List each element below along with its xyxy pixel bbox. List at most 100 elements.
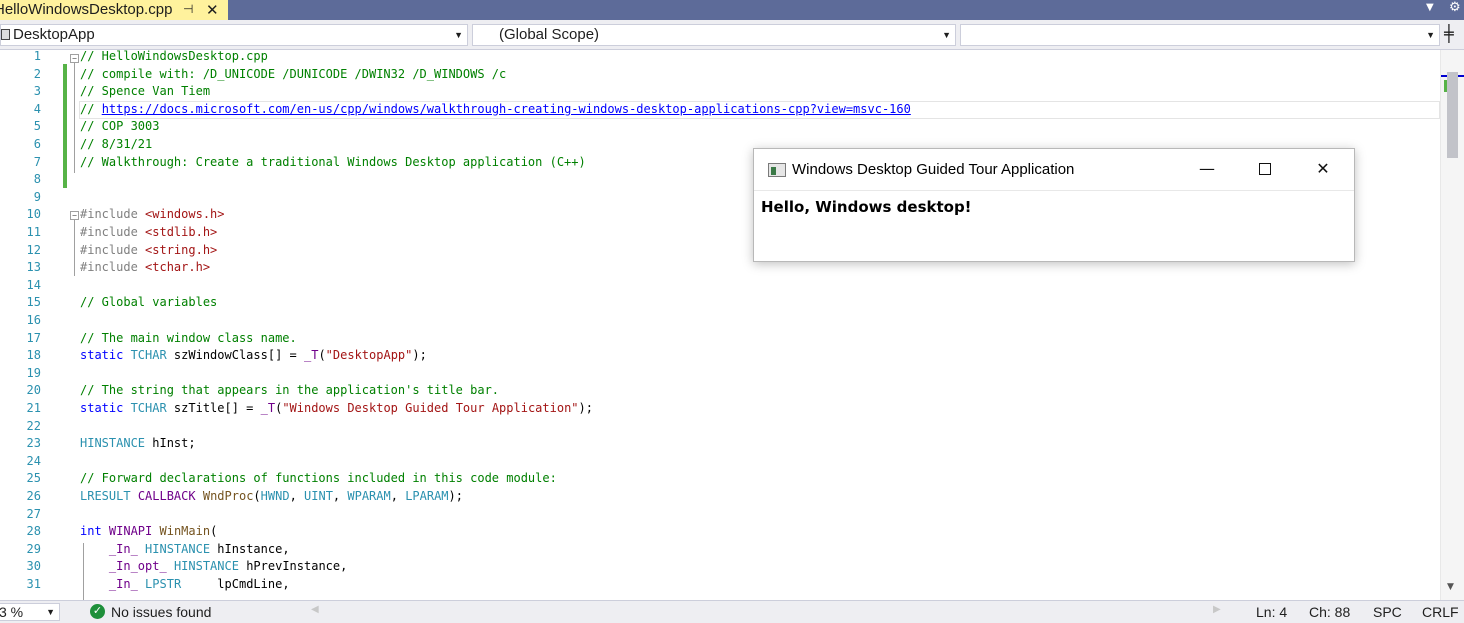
vertical-scrollbar[interactable]: ▼: [1440, 50, 1464, 600]
line-number: 26: [26, 489, 41, 503]
code-line[interactable]: 22: [0, 418, 1440, 436]
code-token: <windows.h>: [145, 207, 225, 222]
code-line[interactable]: 23 HINSTANCE hInst;: [0, 435, 1440, 453]
code-line[interactable]: 4 // https://docs.microsoft.com/en-us/cpp…: [0, 101, 1440, 119]
scrollbar-thumb[interactable]: [1447, 72, 1458, 158]
scroll-left-icon[interactable]: ◀: [311, 604, 319, 615]
scroll-right-icon[interactable]: ▶: [1213, 604, 1221, 615]
code-line[interactable]: 28 int WINAPI WinMain(: [0, 523, 1440, 541]
code-token: (: [253, 489, 261, 503]
project-dropdown[interactable]: DesktopApp ▼: [0, 24, 468, 46]
code-line[interactable]: 15 // Global variables: [0, 294, 1440, 312]
code-line[interactable]: 30 _In_opt_ HINSTANCE hPrevInstance,: [0, 558, 1440, 576]
close-icon[interactable]: ✕: [206, 0, 219, 20]
line-ending-status[interactable]: CRLF: [1422, 604, 1459, 620]
code-token: hInst;: [145, 436, 196, 451]
code-token: lpCmdLine,: [181, 577, 290, 591]
app-window[interactable]: Windows Desktop Guided Tour Application …: [753, 148, 1355, 262]
code-text: // The main window class name.: [80, 330, 297, 348]
code-text: static TCHAR szWindowClass[] = _T("Deskt…: [80, 347, 427, 365]
line-number: 30: [26, 559, 41, 574]
code-line[interactable]: 14: [0, 277, 1440, 295]
code-line[interactable]: 26 LRESULT CALLBACK WndProc(HWND, UINT, W…: [0, 488, 1440, 506]
code-token: WPARAM: [347, 489, 391, 503]
line-number: 20: [26, 383, 41, 398]
code-token: // The main window class name.: [80, 330, 297, 345]
code-text: // COP 3003: [80, 118, 159, 136]
code-line[interactable]: 16: [0, 312, 1440, 330]
line-number: 31: [26, 577, 41, 591]
code-token: #include: [80, 207, 146, 222]
code-line[interactable]: 2 // compile with: /D_UNICODE /DUNICODE /…: [0, 66, 1440, 84]
zoom-dropdown[interactable]: 3 % ▼: [0, 603, 60, 621]
code-token: _T: [260, 401, 276, 415]
whitespace-status[interactable]: SPC: [1373, 604, 1402, 620]
code-token: szWindowClass[] =: [166, 348, 304, 363]
code-token: <tchar.h>: [145, 260, 211, 275]
line-number: 18: [26, 348, 41, 363]
code-line[interactable]: 27: [0, 506, 1440, 524]
app-window-title: Windows Desktop Guided Tour Application: [792, 161, 1075, 178]
code-text: _In_opt_ HINSTANCE hPrevInstance,: [80, 558, 347, 576]
code-token: _T: [303, 348, 319, 363]
maximize-button[interactable]: [1236, 149, 1294, 191]
code-line[interactable]: 31 _In_ LPSTR lpCmdLine,: [0, 576, 1440, 594]
line-number: 29: [26, 541, 41, 556]
code-token: UINT: [304, 489, 333, 503]
code-line[interactable]: 19: [0, 365, 1440, 383]
code-token: hInstance,: [210, 541, 290, 556]
code-line[interactable]: 25 // Forward declarations of functions i…: [0, 470, 1440, 488]
code-line[interactable]: 18 static TCHAR szWindowClass[] = _T("Des…: [0, 347, 1440, 365]
code-line[interactable]: 29 _In_ HINSTANCE hInstance,: [0, 541, 1440, 559]
line-number-status[interactable]: Ln: 4: [1256, 604, 1287, 620]
code-link[interactable]: https://docs.microsoft.com/en-us/cpp/win…: [102, 102, 911, 116]
chevron-down-icon: ▼: [1426, 30, 1435, 40]
code-token: <string.h>: [145, 242, 218, 257]
tab-list-dropdown-icon[interactable]: ▼: [1426, 2, 1434, 13]
app-window-icon: [768, 163, 786, 177]
code-text: _In_ LPSTR lpCmdLine,: [80, 576, 290, 594]
check-circle-icon[interactable]: ✓: [90, 604, 105, 619]
code-token: WINAPI: [108, 524, 153, 539]
gear-icon[interactable]: ⚙: [1449, 0, 1461, 15]
member-dropdown[interactable]: ▼: [960, 24, 1440, 46]
code-editor[interactable]: − − 1// HelloWindowsDesktop.cpp 2// compi…: [0, 50, 1440, 600]
code-token: "DesktopApp": [325, 348, 413, 363]
zoom-value: 3 %: [0, 604, 24, 620]
code-token: // compile with: /D_UNICODE /DUNICODE /D…: [80, 66, 507, 81]
code-line[interactable]: 17 // The main window class name.: [0, 330, 1440, 348]
code-token: (: [318, 348, 326, 363]
code-line[interactable]: 24: [0, 453, 1440, 471]
scope-dropdown[interactable]: (Global Scope) ▼: [472, 24, 956, 46]
minimize-button[interactable]: —: [1178, 149, 1236, 191]
line-number: 25: [26, 471, 41, 486]
issues-status[interactable]: No issues found: [111, 604, 211, 620]
code-line[interactable]: 1 // HelloWindowsDesktop.cpp: [0, 50, 1440, 66]
code-line[interactable]: 20 // The string that appears in the appl…: [0, 382, 1440, 400]
split-window-icon[interactable]: ╪: [1444, 24, 1454, 43]
close-window-button[interactable]: ✕: [1294, 149, 1352, 191]
code-text: #include <stdlib.h>: [80, 224, 217, 242]
scroll-down-icon[interactable]: ▼: [1447, 582, 1454, 592]
tab-hellowindowsdesktop[interactable]: HelloWindowsDesktop.cpp ⊣ ✕: [0, 0, 228, 20]
code-text: _In_ HINSTANCE hInstance,: [80, 541, 290, 559]
code-token: LPARAM: [405, 489, 449, 503]
navigation-bar: DesktopApp ▼ (Global Scope) ▼ ▼ ╪: [0, 20, 1464, 50]
pin-icon[interactable]: ⊣: [183, 2, 193, 16]
code-token: WinMain: [159, 524, 211, 539]
code-token: _In_opt_: [108, 559, 167, 574]
app-title-bar[interactable]: Windows Desktop Guided Tour Application …: [754, 149, 1354, 191]
tab-title: HelloWindowsDesktop.cpp: [0, 1, 173, 18]
document-tab-strip: HelloWindowsDesktop.cpp ⊣ ✕ ▼ ⚙: [0, 0, 1464, 20]
code-line[interactable]: 3 // Spence Van Tiem: [0, 83, 1440, 101]
column-status[interactable]: Ch: 88: [1309, 604, 1350, 620]
code-line[interactable]: 21 static TCHAR szTitle[] = _T("Windows D…: [0, 400, 1440, 418]
code-line[interactable]: 5 // COP 3003: [0, 118, 1440, 136]
code-token: TCHAR: [130, 401, 167, 415]
line-number: 6: [33, 137, 41, 151]
code-token: // Forward declarations of functions inc…: [80, 471, 557, 486]
line-number: 2: [33, 66, 41, 81]
code-token: #include: [80, 225, 146, 239]
